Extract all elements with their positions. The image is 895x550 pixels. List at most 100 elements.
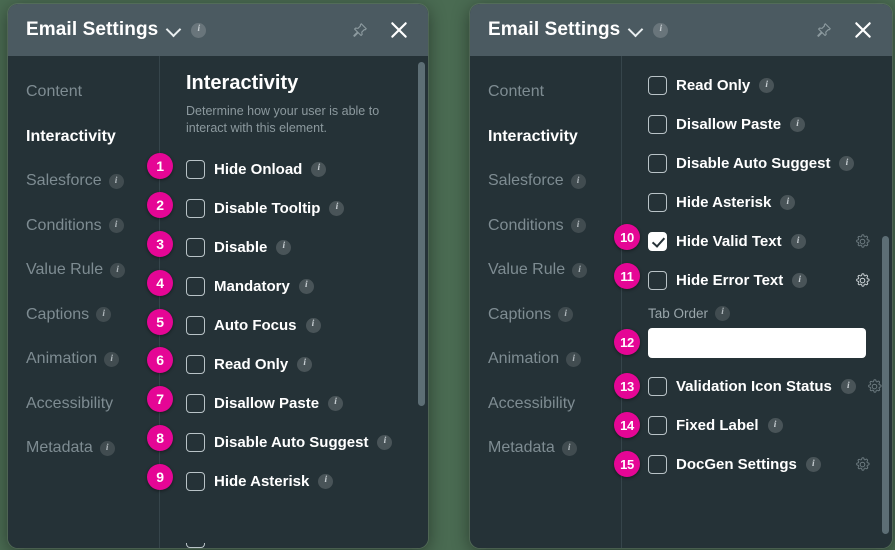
option-row-disable-auto-suggest[interactable]: Disable Auto Suggest i [648,144,870,183]
scrollbar-track-right[interactable] [882,62,889,542]
option-row-hide-asterisk[interactable]: Hide Asterisk i [186,462,406,501]
info-icon[interactable]: i [572,262,588,278]
checkbox-disable-tooltip[interactable] [186,198,205,218]
sidebar-item-salesforce[interactable]: Salesforce i [470,159,621,204]
checkbox-validation-icon-status[interactable] [648,377,667,396]
sidebar-item-value-rule[interactable]: Value Rule i [470,248,621,293]
info-icon[interactable]: i [839,156,855,171]
info-icon[interactable]: i [790,234,806,249]
pin-button[interactable] [344,15,374,45]
sidebar-item-metadata[interactable]: Metadata i [8,426,159,471]
info-icon[interactable]: i [558,307,574,323]
checkbox-docgen-settings[interactable] [648,455,667,474]
info-icon[interactable]: i [318,473,334,489]
option-row-disallow-paste[interactable]: Disallow Paste i [186,384,406,423]
info-icon[interactable]: i [305,317,321,333]
option-row-mandatory[interactable]: Mandatory i [186,267,406,306]
checkbox-disable[interactable] [186,237,205,257]
info-icon[interactable]: i [566,351,582,367]
info-icon[interactable]: i [570,218,586,234]
checkbox-auto-focus[interactable] [186,315,205,335]
option-row-read-only[interactable]: Read Only i [648,66,870,105]
option-row-fixed-label[interactable]: Fixed Label i [648,406,870,445]
checkbox-disable-auto-suggest[interactable] [648,154,667,173]
info-icon[interactable]: i [108,218,124,234]
info-icon[interactable]: i [767,418,783,433]
info-icon[interactable]: i [298,278,314,294]
info-icon[interactable]: i [805,457,821,472]
sidebar-item-captions[interactable]: Captions i [8,293,159,338]
settings-gear-button-hide-error-text[interactable] [855,273,870,288]
info-icon[interactable]: i [328,395,344,411]
option-row-read-only[interactable]: Read Only i [186,345,406,384]
checkbox-mandatory[interactable] [186,276,205,296]
info-icon[interactable]: i [108,173,124,189]
option-row-disable-auto-suggest[interactable]: Disable Auto Suggest i [186,423,406,462]
sidebar-item-conditions[interactable]: Conditions i [8,204,159,249]
info-icon[interactable]: i [790,117,806,132]
sidebar-item-conditions[interactable]: Conditions i [470,204,621,249]
option-row-disallow-paste[interactable]: Disallow Paste i [648,105,870,144]
info-icon[interactable]: i [792,273,808,288]
checkbox-hide-asterisk[interactable] [186,471,205,491]
info-icon[interactable]: i [570,173,586,189]
checkbox-hide-asterisk[interactable] [648,193,667,212]
info-icon[interactable]: i [653,22,669,38]
close-button[interactable] [848,15,878,45]
checkbox-read-only[interactable] [186,354,205,374]
option-row-auto-focus[interactable]: Auto Focus i [186,306,406,345]
info-icon[interactable]: i [377,434,393,450]
info-icon[interactable]: i [110,262,126,278]
sidebar-item-accessibility[interactable]: Accessibility [470,382,621,427]
sidebar-item-captions[interactable]: Captions i [470,293,621,338]
tab-order-input[interactable] [648,328,866,358]
checkbox-read-only[interactable] [648,76,667,95]
sidebar-item-accessibility[interactable]: Accessibility [8,382,159,427]
option-row-hide-error-text[interactable]: Hide Error Text i [648,261,870,300]
option-row-disable-tooltip[interactable]: Disable Tooltip i [186,189,406,228]
scrollbar-track-left[interactable] [418,62,425,542]
checkbox-clipped[interactable] [186,542,205,548]
checkbox-fixed-label[interactable] [648,416,667,435]
sidebar-item-value-rule[interactable]: Value Rule i [8,248,159,293]
close-button[interactable] [384,15,414,45]
sidebar-item-content[interactable]: Content [8,70,159,115]
info-icon[interactable]: i [780,195,796,210]
checkbox-disable-auto-suggest[interactable] [186,432,205,452]
option-row-hide-asterisk[interactable]: Hide Asterisk i [648,183,870,222]
info-icon[interactable]: i [276,239,292,255]
info-icon[interactable]: i [715,305,731,321]
scrollbar-thumb-right[interactable] [882,236,889,534]
sidebar-item-animation[interactable]: Animation i [470,337,621,382]
sidebar-item-animation[interactable]: Animation i [8,337,159,382]
settings-gear-button-docgen-settings[interactable] [855,457,870,472]
checkbox-hide-valid-text[interactable] [648,232,667,251]
sidebar-item-metadata[interactable]: Metadata i [470,426,621,471]
sidebar-item-salesforce[interactable]: Salesforce i [8,159,159,204]
pin-button[interactable] [808,15,838,45]
sidebar-item-content[interactable]: Content [470,70,621,115]
sidebar-item-interactivity[interactable]: Interactivity [470,115,621,160]
option-row-hide-onload[interactable]: Hide Onload i [186,150,406,189]
checkbox-hide-error-text[interactable] [648,271,667,290]
info-icon[interactable]: i [561,440,577,456]
checkbox-hide-onload[interactable] [186,159,205,179]
option-row-disable[interactable]: Disable i [186,228,406,267]
sidebar-item-interactivity[interactable]: Interactivity [8,115,159,160]
info-icon[interactable]: i [297,356,313,372]
settings-gear-button-validation-icon-status[interactable] [867,379,882,394]
option-row-docgen-settings[interactable]: DocGen Settings i [648,445,870,484]
info-icon[interactable]: i [329,200,345,216]
info-icon[interactable]: i [96,307,112,323]
info-icon[interactable]: i [99,440,115,456]
settings-gear-button-hide-valid-text[interactable] [855,234,870,249]
info-icon[interactable]: i [311,161,327,177]
info-icon[interactable]: i [759,78,775,93]
scrollbar-thumb-left[interactable] [418,62,425,406]
checkbox-disallow-paste[interactable] [648,115,667,134]
option-row-clipped[interactable] [186,542,428,548]
option-row-hide-valid-text[interactable]: Hide Valid Text i [648,222,870,261]
info-icon[interactable]: i [191,22,207,38]
chevron-down-icon[interactable] [167,23,181,37]
chevron-down-icon[interactable] [629,23,643,37]
